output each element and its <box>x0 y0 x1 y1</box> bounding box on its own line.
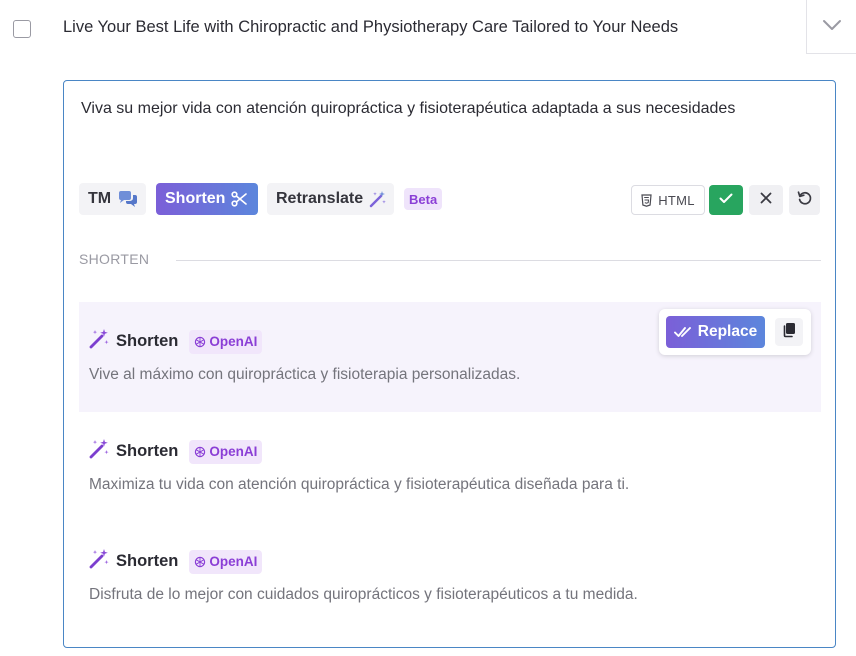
suggestion-text: Maximiza tu vida con atención quiropráct… <box>89 476 630 493</box>
scissors-icon <box>231 191 248 207</box>
tm-label: TM <box>88 190 112 207</box>
chat-bubbles-icon <box>117 190 139 208</box>
translation-editor: Viva su mejor vida con atención quiroprá… <box>63 80 836 648</box>
reject-button[interactable] <box>749 185 783 215</box>
suggestion-text: Vive al máximo con quiropráctica y fisio… <box>89 366 521 383</box>
provider-badge: OpenAI <box>189 439 263 464</box>
expand-button[interactable] <box>806 0 856 54</box>
provider-label: OpenAI <box>209 554 258 569</box>
html5-shield-icon <box>641 193 652 207</box>
retranslate-button[interactable]: Retranslate <box>267 183 394 215</box>
suggestion-title: Shorten <box>116 332 179 350</box>
accept-button[interactable] <box>709 185 743 215</box>
provider-label: OpenAI <box>209 444 258 459</box>
source-text: Live Your Best Life with Chiropractic an… <box>63 18 679 36</box>
beta-badge: Beta <box>404 188 443 210</box>
shorten-label: Shorten <box>165 190 226 207</box>
provider-label: OpenAI <box>209 334 258 349</box>
suggestion-title: Shorten <box>116 552 179 570</box>
provider-badge: OpenAI <box>189 549 263 574</box>
suggestion-item[interactable]: Shorten OpenAI Disfruta de lo mejor con … <box>79 522 821 632</box>
suggestion-header: Shorten OpenAI <box>88 438 263 465</box>
copy-button[interactable] <box>775 318 803 346</box>
html-button[interactable]: HTML <box>631 185 705 215</box>
replace-button[interactable]: Replace <box>666 316 765 348</box>
magic-wand-icon <box>369 190 387 208</box>
segment-checkbox[interactable] <box>13 20 31 38</box>
html-label: HTML <box>658 192 695 208</box>
suggestion-text: Disfruta de lo mejor con cuidados quirop… <box>89 586 638 603</box>
double-check-icon <box>673 326 691 339</box>
chevron-down-icon <box>822 18 842 36</box>
suggestion-actions: Replace <box>659 309 811 355</box>
check-icon <box>719 191 733 209</box>
magic-wand-icon <box>88 328 110 355</box>
suggestion-header: Shorten OpenAI <box>88 328 263 355</box>
suggestion-title: Shorten <box>116 442 179 460</box>
translation-textarea[interactable]: Viva su mejor vida con atención quiroprá… <box>81 98 771 120</box>
reset-button[interactable] <box>789 185 820 215</box>
shorten-button[interactable]: Shorten <box>156 183 258 215</box>
copy-icon <box>782 322 796 343</box>
magic-wand-icon <box>88 438 110 465</box>
section-label: SHORTEN <box>79 251 150 267</box>
suggestion-item[interactable]: Shorten OpenAI Maximiza tu vida con aten… <box>79 412 821 522</box>
provider-badge: OpenAI <box>189 329 263 354</box>
editor-toolbar: TM Shorten Retranslate Beta HTML <box>79 182 821 216</box>
openai-logo-icon <box>194 446 206 458</box>
source-segment-row: Live Your Best Life with Chiropractic an… <box>0 0 856 56</box>
suggestion-item[interactable]: Shorten OpenAI Vive al máximo con quirop… <box>79 302 821 412</box>
suggestion-header: Shorten OpenAI <box>88 548 263 575</box>
openai-logo-icon <box>194 556 206 568</box>
replace-label: Replace <box>697 323 758 340</box>
retranslate-label: Retranslate <box>276 190 364 207</box>
magic-wand-icon <box>88 548 110 575</box>
undo-icon <box>797 190 813 211</box>
close-icon <box>760 191 772 209</box>
openai-logo-icon <box>194 336 206 348</box>
tm-button[interactable]: TM <box>79 183 146 215</box>
section-divider <box>176 260 821 261</box>
